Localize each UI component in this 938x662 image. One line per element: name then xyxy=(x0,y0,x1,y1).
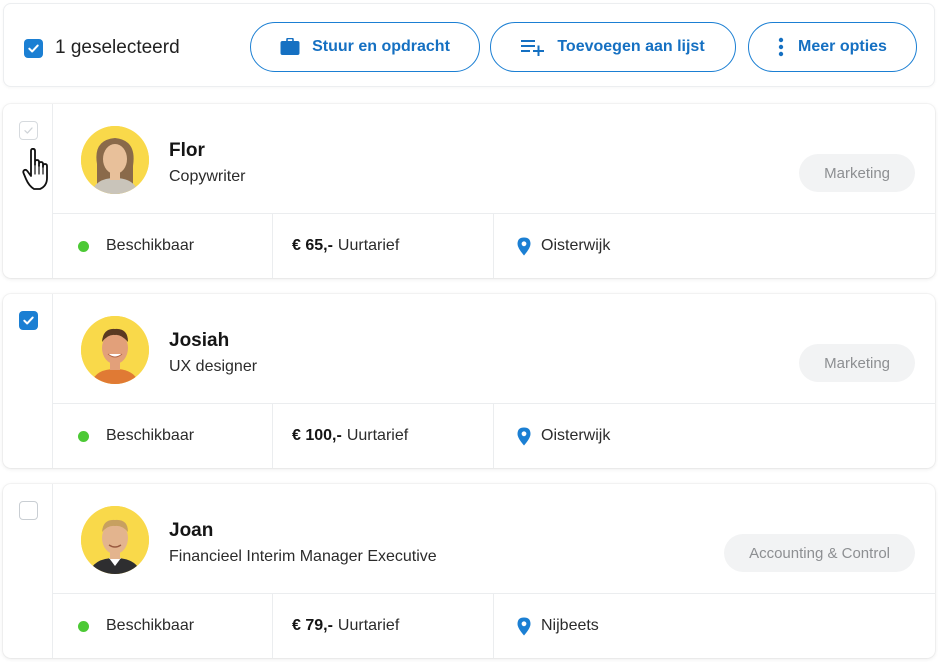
location-pin-icon xyxy=(517,237,531,256)
more-options-button[interactable]: Meer opties xyxy=(748,22,917,72)
candidate-meta: Beschikbaar € 79,- Uurtarief Nijbeets xyxy=(53,593,935,658)
availability-dot xyxy=(78,620,89,632)
location-cell: Oisterwijk xyxy=(494,214,935,278)
candidate-card[interactable]: Josiah UX designer Marketing Beschikbaar… xyxy=(3,294,935,468)
availability-label: Beschikbaar xyxy=(106,427,195,444)
location-label: Oisterwijk xyxy=(541,237,611,254)
candidate-role: UX designer xyxy=(169,358,258,375)
rate-cell: € 79,- Uurtarief xyxy=(273,594,494,658)
candidate-checkbox[interactable] xyxy=(19,121,38,140)
card-select-column xyxy=(3,484,53,658)
location-cell: Oisterwijk xyxy=(494,404,935,468)
avatar xyxy=(81,506,149,574)
category-tag: Marketing xyxy=(799,154,915,192)
category-tag: Accounting & Control xyxy=(724,534,915,572)
card-select-column xyxy=(3,294,53,468)
location-cell: Nijbeets xyxy=(494,594,935,658)
candidate-name[interactable]: Josiah xyxy=(169,330,229,352)
person-photo xyxy=(81,316,149,384)
person-photo xyxy=(81,126,149,194)
checkmark-faded-icon xyxy=(24,127,33,134)
rate-unit: Uurtarief xyxy=(337,617,400,634)
rate-cell: € 100,- Uurtarief xyxy=(273,404,494,468)
send-assignment-label: Stuur en opdracht xyxy=(312,38,450,55)
select-all-checkbox[interactable] xyxy=(24,38,43,58)
rate-cell: € 65,- Uurtarief xyxy=(273,214,494,278)
availability-label: Beschikbaar xyxy=(106,237,195,254)
candidate-name[interactable]: Flor xyxy=(169,140,205,162)
rate-unit: Uurtarief xyxy=(337,237,400,254)
candidate-meta: Beschikbaar € 65,- Uurtarief Oisterwijk xyxy=(53,213,935,278)
send-assignment-button[interactable]: Stuur en opdracht xyxy=(250,22,480,72)
availability-dot xyxy=(78,430,89,442)
candidate-card[interactable]: Flor Copywriter Marketing Beschikbaar € … xyxy=(3,104,935,278)
location-label: Oisterwijk xyxy=(541,427,611,444)
availability-label: Beschikbaar xyxy=(106,617,195,634)
more-options-label: Meer opties xyxy=(798,38,887,55)
candidate-checkbox[interactable] xyxy=(19,311,38,330)
person-photo xyxy=(81,506,149,574)
availability-dot xyxy=(78,240,89,252)
rate-amount: € 79,- xyxy=(292,617,333,634)
selected-count-label: 1 geselecteerd xyxy=(55,37,180,58)
selection-counter: 1 geselecteerd xyxy=(24,37,180,59)
location-label: Nijbeets xyxy=(541,617,599,634)
location-pin-icon xyxy=(517,427,531,446)
add-to-list-button[interactable]: Toevoegen aan lijst xyxy=(490,22,736,72)
category-tag: Marketing xyxy=(799,344,915,382)
briefcase-icon xyxy=(280,38,300,56)
availability-cell: Beschikbaar xyxy=(53,404,273,468)
candidate-name[interactable]: Joan xyxy=(169,520,213,542)
rate-unit: Uurtarief xyxy=(346,427,409,444)
location-pin-icon xyxy=(517,617,531,636)
checkbox-checked-icon xyxy=(28,44,39,52)
candidate-role: Financieel Interim Manager Executive xyxy=(169,548,437,565)
availability-cell: Beschikbaar xyxy=(53,214,273,278)
playlist-add-icon xyxy=(521,38,545,56)
rate-amount: € 65,- xyxy=(292,237,333,254)
availability-cell: Beschikbaar xyxy=(53,594,273,658)
avatar xyxy=(81,126,149,194)
candidate-checkbox[interactable] xyxy=(19,501,38,520)
selection-toolbar: 1 geselecteerd Stuur en opdracht Toevoeg… xyxy=(3,3,935,87)
candidate-role: Copywriter xyxy=(169,168,246,185)
card-select-column xyxy=(3,104,53,278)
more-vertical-icon xyxy=(778,37,784,57)
avatar xyxy=(81,316,149,384)
rate-amount: € 100,- xyxy=(292,427,342,444)
candidate-meta: Beschikbaar € 100,- Uurtarief Oisterwijk xyxy=(53,403,935,468)
candidate-card[interactable]: Joan Financieel Interim Manager Executiv… xyxy=(3,484,935,658)
add-to-list-label: Toevoegen aan lijst xyxy=(557,38,705,55)
checkbox-checked-icon xyxy=(23,316,34,325)
